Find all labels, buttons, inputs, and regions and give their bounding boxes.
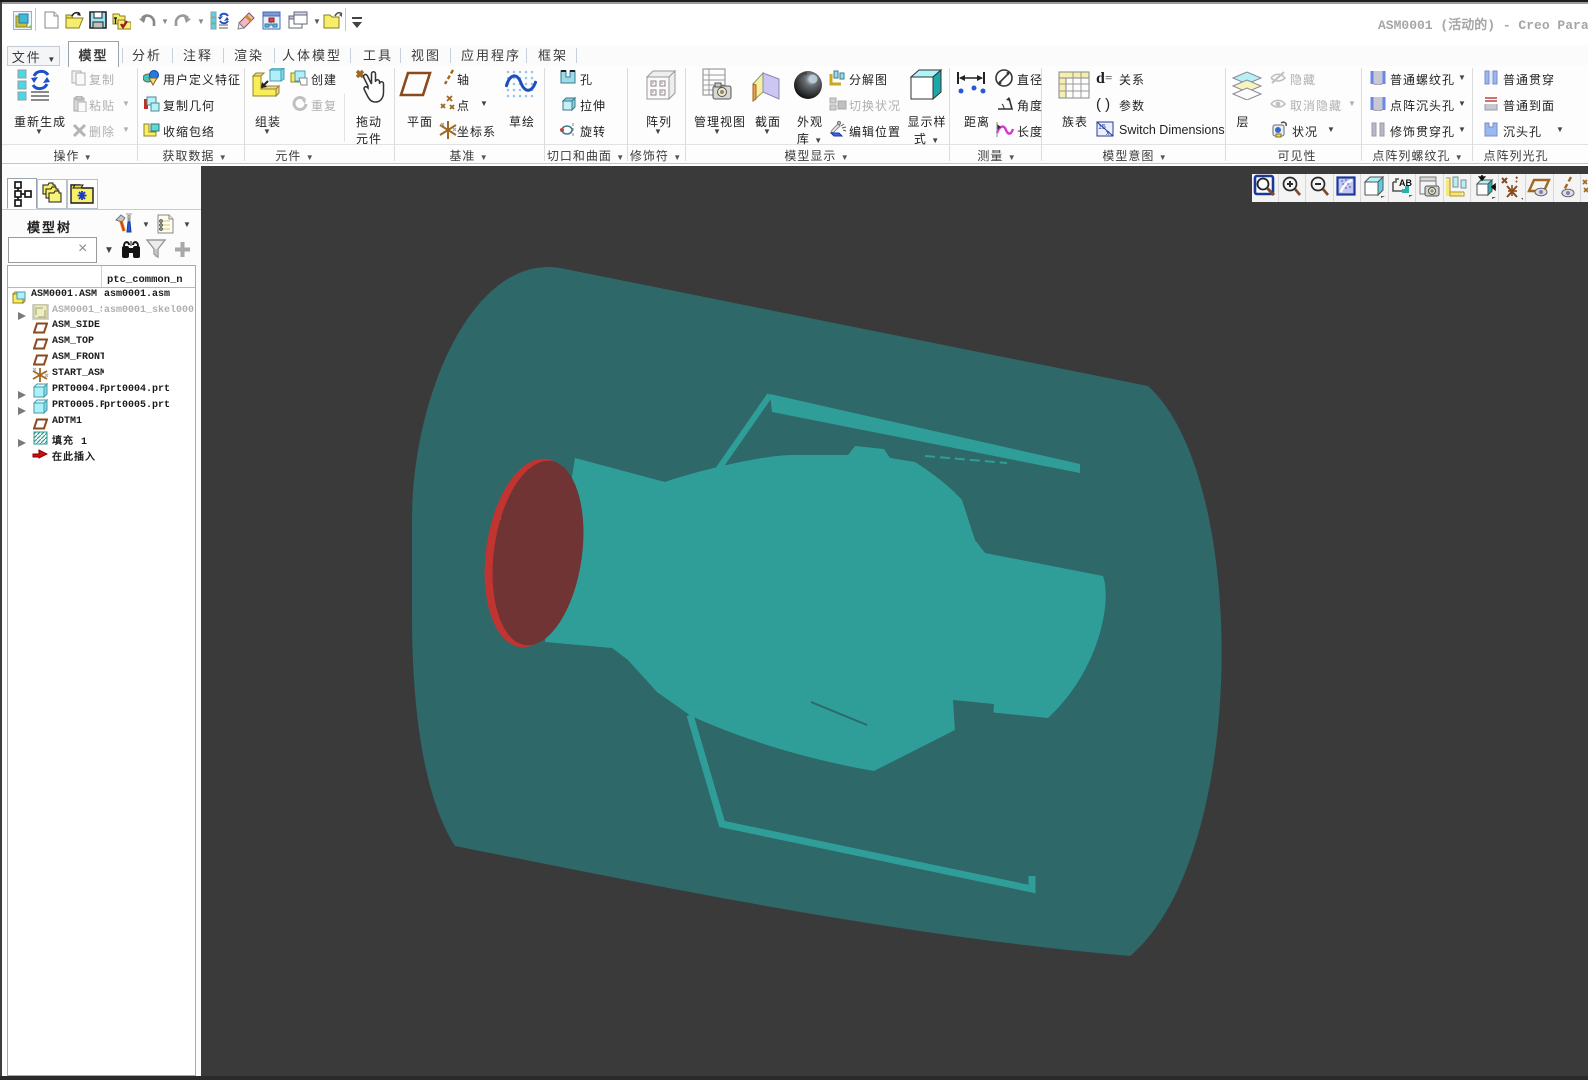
svg-text:( ): ( ) [1096,96,1110,112]
svg-text:AB: AB [1399,178,1412,188]
svg-text:d: d [1096,70,1105,86]
svg-text:x: x [1106,130,1110,137]
svg-text:=: = [1105,70,1112,85]
svg-text:15: 15 [1098,124,1106,131]
